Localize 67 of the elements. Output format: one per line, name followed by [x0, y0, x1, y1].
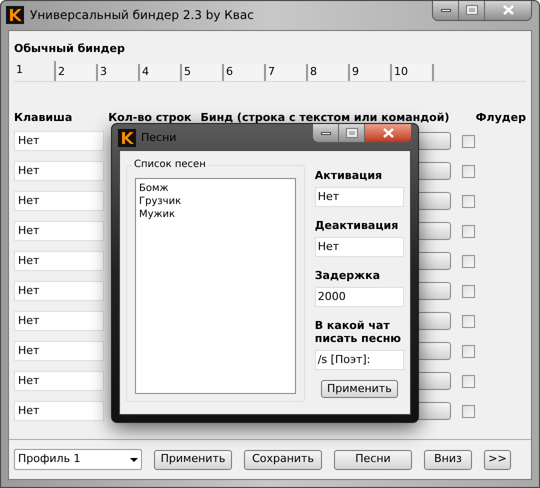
dropdown-arrow-icon: [130, 458, 138, 462]
tab[interactable]: 7: [266, 64, 308, 80]
tab[interactable]: 9: [350, 64, 392, 80]
tab[interactable]: 5: [182, 64, 224, 80]
flooder-checkbox[interactable]: [462, 344, 475, 358]
logo-icon: [118, 129, 136, 147]
close-icon: [502, 5, 514, 15]
toolbar-button[interactable]: >>: [484, 450, 511, 470]
column-header: Кол-во строк: [108, 110, 192, 126]
key-field[interactable]: Нет: [14, 341, 104, 361]
song-item[interactable]: Бомж: [139, 182, 292, 195]
key-field[interactable]: Нет: [14, 131, 104, 151]
tab[interactable]: 10: [392, 64, 434, 80]
flooder-checkbox[interactable]: [462, 254, 475, 268]
flooder-checkbox[interactable]: [462, 194, 475, 208]
profile-dropdown[interactable]: Профиль 1: [14, 449, 142, 470]
tab[interactable]: 3: [98, 64, 140, 80]
tab[interactable]: 1: [14, 60, 56, 80]
window-title: Универсальный биндер 2.3 by Квас: [30, 7, 254, 24]
key-field[interactable]: Нет: [14, 311, 104, 331]
close-button[interactable]: [365, 124, 411, 142]
key-field[interactable]: Нет: [14, 281, 104, 301]
toolbar-button[interactable]: Сохранить: [244, 450, 322, 470]
toolbar-button[interactable]: Применить: [154, 450, 232, 470]
key-field[interactable]: Нет: [14, 251, 104, 271]
tab[interactable]: 4: [140, 64, 182, 80]
input-field[interactable]: /s [Поэт]:: [314, 350, 404, 370]
key-field[interactable]: Нет: [14, 191, 104, 211]
key-field[interactable]: Нет: [14, 161, 104, 181]
flooder-checkbox[interactable]: [462, 284, 475, 298]
tab[interactable]: 2: [56, 64, 98, 80]
song-item[interactable]: Мужик: [139, 208, 292, 221]
flooder-checkbox[interactable]: [462, 224, 475, 238]
minimize-button[interactable]: [433, 1, 459, 20]
maximize-button[interactable]: [459, 1, 485, 20]
song-item[interactable]: Грузчик: [139, 195, 292, 208]
toolbar-button[interactable]: Песни: [334, 450, 412, 470]
maximize-button[interactable]: [339, 124, 365, 142]
key-field[interactable]: Нет: [14, 401, 104, 421]
input-field[interactable]: Нет: [314, 237, 404, 257]
close-icon: [382, 128, 394, 138]
key-field[interactable]: Нет: [14, 371, 104, 391]
column-header: Клавиша: [14, 110, 74, 126]
section-title: Обычный биндер: [14, 41, 126, 57]
dialog-title: Песни: [141, 130, 176, 146]
field-label: Деактивация: [314, 219, 400, 232]
flooder-checkbox[interactable]: [462, 314, 475, 328]
tab[interactable]: 6: [224, 64, 266, 80]
field-label: Активация: [314, 169, 384, 182]
input-field[interactable]: Нет: [314, 187, 404, 207]
field-label: Задержка: [314, 269, 382, 282]
tab[interactable]: 8: [308, 64, 350, 80]
song-list[interactable]: Бомж Грузчик Мужик: [135, 178, 296, 394]
key-field[interactable]: Нет: [14, 221, 104, 241]
input-field[interactable]: 2000: [314, 287, 404, 307]
flooder-checkbox[interactable]: [462, 164, 475, 178]
close-button[interactable]: [485, 1, 531, 20]
field-label: В какой чат писать песню: [314, 319, 402, 345]
column-header: Флудер: [476, 110, 526, 126]
toolbar-button[interactable]: Вниз: [424, 450, 472, 470]
flooder-checkbox[interactable]: [462, 134, 475, 148]
minimize-button[interactable]: [313, 124, 339, 142]
logo-icon: [6, 6, 24, 24]
flooder-checkbox[interactable]: [462, 404, 475, 418]
column-header: Бинд (строка с текстом или командой): [200, 110, 450, 126]
apply-button[interactable]: Применить: [320, 380, 398, 398]
flooder-checkbox[interactable]: [462, 374, 475, 388]
